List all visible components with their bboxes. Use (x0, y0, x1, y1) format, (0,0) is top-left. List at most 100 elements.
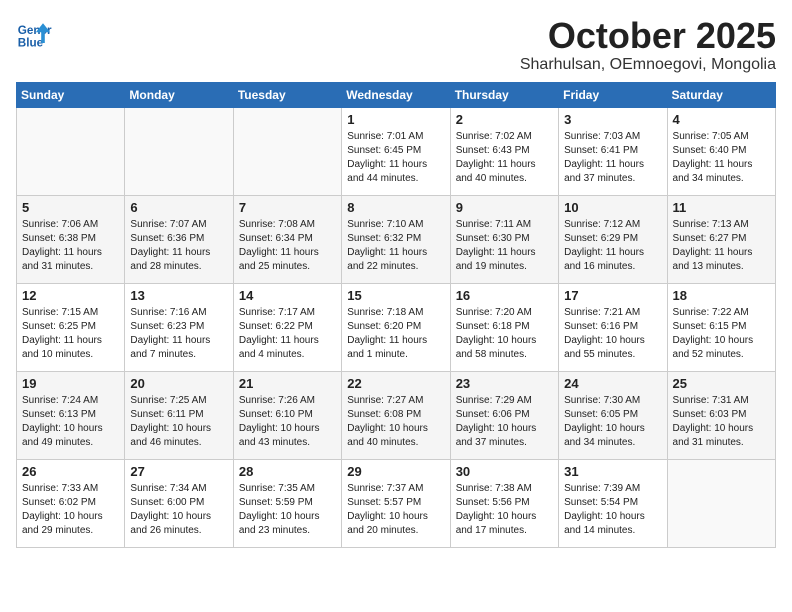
day-cell: 9 Sunrise: 7:11 AMSunset: 6:30 PMDaylight… (450, 195, 558, 283)
day-number: 20 (130, 376, 227, 391)
day-cell: 15Sunrise: 7:18 AMSunset: 6:20 PMDayligh… (342, 283, 450, 371)
day-cell: 21 Sunrise: 7:26 AMSunset: 6:10 PMDayligh… (233, 371, 341, 459)
day-cell: 20 Sunrise: 7:25 AMSunset: 6:11 PMDayligh… (125, 371, 233, 459)
day-cell: 13Sunrise: 7:16 AMSunset: 6:23 PMDayligh… (125, 283, 233, 371)
day-cell (233, 107, 341, 195)
day-number: 16 (456, 288, 553, 303)
day-cell: 29Sunrise: 7:37 AMSunset: 5:57 PMDayligh… (342, 459, 450, 547)
day-cell (125, 107, 233, 195)
day-info: Sunrise: 7:25 AMSunset: 6:11 PMDaylight:… (130, 394, 227, 450)
day-number: 19 (22, 376, 119, 391)
day-info: Sunrise: 7:07 AMSunset: 6:36 PMDaylight:… (130, 218, 227, 274)
day-info: Sunrise: 7:38 AMSunset: 5:56 PMDaylight:… (456, 482, 553, 538)
day-number: 28 (239, 464, 336, 479)
day-cell: 30 Sunrise: 7:38 AMSunset: 5:56 PMDayligh… (450, 459, 558, 547)
day-info: Sunrise: 7:27 AMSunset: 6:08 PMDaylight:… (347, 394, 444, 450)
week-row-4: 19 Sunrise: 7:24 AMSunset: 6:13 PMDayligh… (17, 371, 776, 459)
page-header: General Blue October 2025 Sharhulsan, OE… (16, 16, 776, 74)
col-header-sunday: Sunday (17, 82, 125, 107)
col-header-friday: Friday (559, 82, 667, 107)
day-info: Sunrise: 7:05 AMSunset: 6:40 PMDaylight:… (673, 130, 770, 186)
day-number: 5 (22, 200, 119, 215)
day-number: 11 (673, 200, 770, 215)
day-cell: 22 Sunrise: 7:27 AMSunset: 6:08 PMDayligh… (342, 371, 450, 459)
day-info: Sunrise: 7:39 AMSunset: 5:54 PMDaylight:… (564, 482, 661, 538)
svg-text:Blue: Blue (18, 37, 44, 50)
day-cell: 2 Sunrise: 7:02 AMSunset: 6:43 PMDaylight… (450, 107, 558, 195)
day-number: 2 (456, 112, 553, 127)
calendar-table: SundayMondayTuesdayWednesdayThursdayFrid… (16, 82, 776, 548)
col-header-tuesday: Tuesday (233, 82, 341, 107)
day-info: Sunrise: 7:11 AMSunset: 6:30 PMDaylight:… (456, 218, 553, 274)
day-cell: 18Sunrise: 7:22 AMSunset: 6:15 PMDayligh… (667, 283, 775, 371)
day-cell: 26 Sunrise: 7:33 AMSunset: 6:02 PMDayligh… (17, 459, 125, 547)
day-info: Sunrise: 7:22 AMSunset: 6:15 PMDaylight:… (673, 306, 770, 362)
day-number: 26 (22, 464, 119, 479)
day-cell: 12 Sunrise: 7:15 AMSunset: 6:25 PMDayligh… (17, 283, 125, 371)
title-block: October 2025 Sharhulsan, OEmnoegovi, Mon… (520, 16, 776, 74)
day-info: Sunrise: 7:20 AMSunset: 6:18 PMDaylight:… (456, 306, 553, 362)
day-cell: 25 Sunrise: 7:31 AMSunset: 6:03 PMDayligh… (667, 371, 775, 459)
day-info: Sunrise: 7:17 AMSunset: 6:22 PMDaylight:… (239, 306, 336, 362)
day-cell (667, 459, 775, 547)
week-row-1: 1Sunrise: 7:01 AMSunset: 6:45 PMDaylight… (17, 107, 776, 195)
week-row-3: 12 Sunrise: 7:15 AMSunset: 6:25 PMDayligh… (17, 283, 776, 371)
day-cell: 5 Sunrise: 7:06 AMSunset: 6:38 PMDaylight… (17, 195, 125, 283)
day-cell: 24 Sunrise: 7:30 AMSunset: 6:05 PMDayligh… (559, 371, 667, 459)
day-number: 29 (347, 464, 444, 479)
day-number: 23 (456, 376, 553, 391)
month-title: October 2025 (520, 16, 776, 56)
header-row: SundayMondayTuesdayWednesdayThursdayFrid… (17, 82, 776, 107)
day-cell: 31 Sunrise: 7:39 AMSunset: 5:54 PMDayligh… (559, 459, 667, 547)
day-number: 27 (130, 464, 227, 479)
day-info: Sunrise: 7:13 AMSunset: 6:27 PMDaylight:… (673, 218, 770, 274)
day-cell: 17Sunrise: 7:21 AMSunset: 6:16 PMDayligh… (559, 283, 667, 371)
day-number: 10 (564, 200, 661, 215)
day-info: Sunrise: 7:31 AMSunset: 6:03 PMDaylight:… (673, 394, 770, 450)
day-info: Sunrise: 7:02 AMSunset: 6:43 PMDaylight:… (456, 130, 553, 186)
day-number: 1 (347, 112, 444, 127)
day-info: Sunrise: 7:03 AMSunset: 6:41 PMDaylight:… (564, 130, 661, 186)
day-number: 21 (239, 376, 336, 391)
day-cell: 16 Sunrise: 7:20 AMSunset: 6:18 PMDayligh… (450, 283, 558, 371)
logo: General Blue (16, 16, 52, 52)
day-number: 4 (673, 112, 770, 127)
day-cell: 11 Sunrise: 7:13 AMSunset: 6:27 PMDayligh… (667, 195, 775, 283)
day-cell: 23 Sunrise: 7:29 AMSunset: 6:06 PMDayligh… (450, 371, 558, 459)
day-cell: 6Sunrise: 7:07 AMSunset: 6:36 PMDaylight… (125, 195, 233, 283)
day-number: 24 (564, 376, 661, 391)
day-number: 9 (456, 200, 553, 215)
day-cell: 19 Sunrise: 7:24 AMSunset: 6:13 PMDayligh… (17, 371, 125, 459)
day-info: Sunrise: 7:33 AMSunset: 6:02 PMDaylight:… (22, 482, 119, 538)
day-cell: 10 Sunrise: 7:12 AMSunset: 6:29 PMDayligh… (559, 195, 667, 283)
day-cell (17, 107, 125, 195)
day-cell: 28 Sunrise: 7:35 AMSunset: 5:59 PMDayligh… (233, 459, 341, 547)
day-info: Sunrise: 7:35 AMSunset: 5:59 PMDaylight:… (239, 482, 336, 538)
day-cell: 27 Sunrise: 7:34 AMSunset: 6:00 PMDayligh… (125, 459, 233, 547)
week-row-2: 5 Sunrise: 7:06 AMSunset: 6:38 PMDaylight… (17, 195, 776, 283)
day-number: 3 (564, 112, 661, 127)
day-info: Sunrise: 7:16 AMSunset: 6:23 PMDaylight:… (130, 306, 227, 362)
logo-icon: General Blue (16, 16, 52, 52)
day-number: 17 (564, 288, 661, 303)
day-number: 30 (456, 464, 553, 479)
day-info: Sunrise: 7:34 AMSunset: 6:00 PMDaylight:… (130, 482, 227, 538)
day-info: Sunrise: 7:08 AMSunset: 6:34 PMDaylight:… (239, 218, 336, 274)
day-info: Sunrise: 7:12 AMSunset: 6:29 PMDaylight:… (564, 218, 661, 274)
day-number: 25 (673, 376, 770, 391)
day-info: Sunrise: 7:26 AMSunset: 6:10 PMDaylight:… (239, 394, 336, 450)
day-number: 22 (347, 376, 444, 391)
col-header-saturday: Saturday (667, 82, 775, 107)
day-info: Sunrise: 7:06 AMSunset: 6:38 PMDaylight:… (22, 218, 119, 274)
day-info: Sunrise: 7:30 AMSunset: 6:05 PMDaylight:… (564, 394, 661, 450)
day-cell: 8Sunrise: 7:10 AMSunset: 6:32 PMDaylight… (342, 195, 450, 283)
day-info: Sunrise: 7:15 AMSunset: 6:25 PMDaylight:… (22, 306, 119, 362)
week-row-5: 26 Sunrise: 7:33 AMSunset: 6:02 PMDayligh… (17, 459, 776, 547)
day-info: Sunrise: 7:18 AMSunset: 6:20 PMDaylight:… (347, 306, 444, 362)
day-cell: 1Sunrise: 7:01 AMSunset: 6:45 PMDaylight… (342, 107, 450, 195)
col-header-monday: Monday (125, 82, 233, 107)
day-number: 12 (22, 288, 119, 303)
day-number: 31 (564, 464, 661, 479)
day-info: Sunrise: 7:24 AMSunset: 6:13 PMDaylight:… (22, 394, 119, 450)
day-info: Sunrise: 7:29 AMSunset: 6:06 PMDaylight:… (456, 394, 553, 450)
